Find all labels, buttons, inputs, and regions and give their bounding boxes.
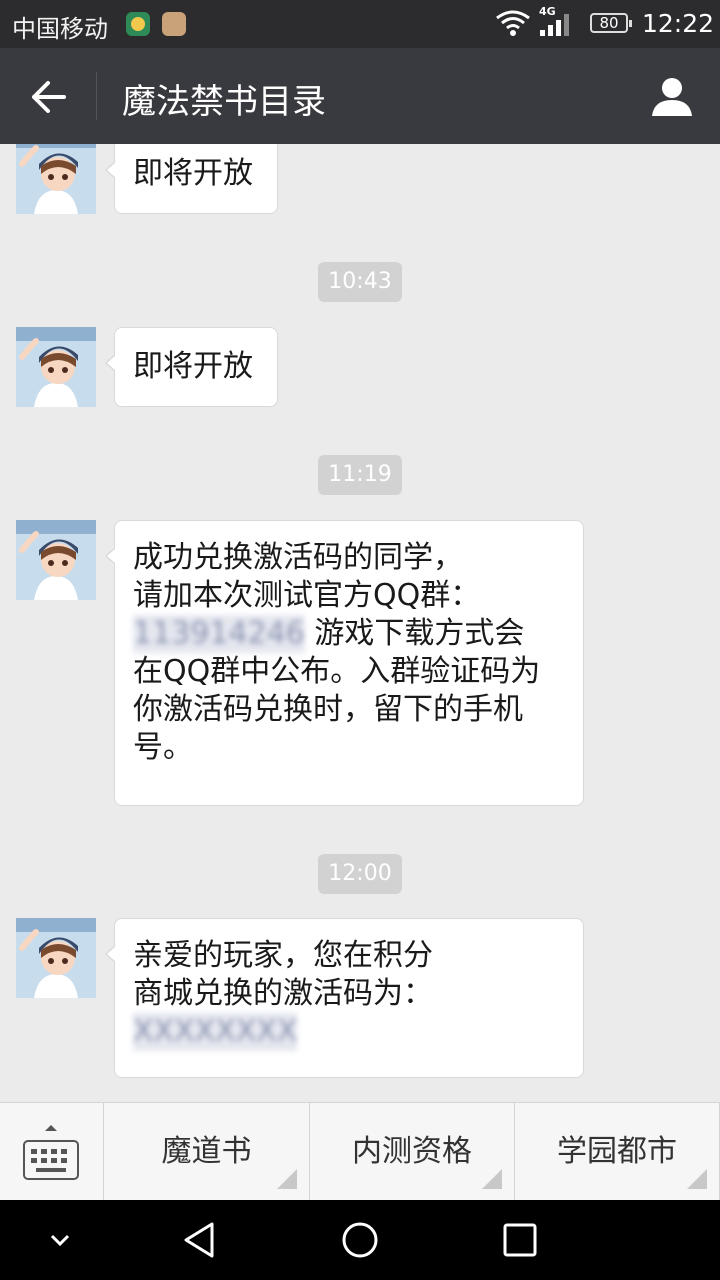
- message-bubble[interactable]: 即将开放: [105, 144, 278, 214]
- timestamp: 10:43: [318, 262, 402, 302]
- menu-item-academy-city[interactable]: 学园都市: [515, 1103, 720, 1201]
- header-divider: [96, 72, 97, 120]
- message-text: 你激活码兑换时，留下的手机: [133, 692, 523, 727]
- message-text: 成功兑换激活码的同学，: [133, 540, 463, 575]
- keyboard-toggle-button[interactable]: [0, 1103, 104, 1201]
- avatar[interactable]: [16, 918, 96, 998]
- message-text: 在QQ群中公布。入群验证码为: [133, 654, 541, 689]
- message-text: 号。: [133, 730, 193, 765]
- notification-app-icon: [126, 12, 150, 36]
- battery-level: 80: [590, 13, 632, 33]
- message-text: 亲爱的玩家，您在积分: [133, 938, 433, 973]
- redacted-activation-code: XXXXXXXX: [133, 1013, 298, 1051]
- message-bubble[interactable]: 成功兑换激活码的同学， 请加本次测试官方QQ群： 113914246 游戏下载方…: [105, 520, 584, 806]
- profile-icon[interactable]: [648, 72, 696, 120]
- message-text: 游戏下载方式会: [314, 616, 525, 651]
- timestamp: 12:00: [318, 854, 402, 894]
- wifi-icon: [496, 10, 530, 36]
- chat-title: 魔法禁书目录: [122, 82, 326, 122]
- clock: 12:22: [642, 9, 715, 38]
- message-bubble[interactable]: 即将开放: [105, 327, 278, 407]
- timestamp: 11:19: [318, 455, 402, 495]
- message-text-row: XXXXXXXX: [133, 1013, 565, 1051]
- signal-icon: [540, 14, 569, 36]
- keyboard-icon: [23, 1125, 79, 1180]
- avatar[interactable]: [16, 520, 96, 600]
- redacted-qq-number: 113914246: [133, 615, 305, 653]
- notification-app-icon-2: [162, 12, 186, 36]
- recent-apps-icon[interactable]: [498, 1218, 542, 1262]
- chevron-down-icon[interactable]: [38, 1218, 82, 1262]
- back-triangle-icon[interactable]: [178, 1218, 222, 1262]
- message-text: 请加本次测试官方QQ群：: [133, 578, 481, 613]
- avatar[interactable]: [16, 144, 96, 214]
- chat-header: 魔法禁书目录: [0, 48, 720, 144]
- message-text-row: 113914246 游戏下载方式会: [133, 615, 565, 653]
- home-circle-icon[interactable]: [338, 1218, 382, 1262]
- message-text: 商城兑换的激活码为：: [133, 976, 433, 1011]
- chat-area[interactable]: 即将开放 10:43 即将开放 11:19 成功兑换激活码的同学， 请加本次测试…: [0, 144, 720, 1102]
- message-text: 即将开放: [133, 156, 253, 191]
- menu-item-beta-access[interactable]: 内测资格: [310, 1103, 515, 1201]
- status-bar: 中国移动 4G 80 12:22: [0, 0, 720, 48]
- carrier-label: 中国移动: [12, 15, 108, 43]
- message-bubble[interactable]: 亲爱的玩家，您在积分 商城兑换的激活码为： XXXXXXXX: [105, 918, 584, 1078]
- system-nav-bar: [0, 1200, 720, 1280]
- avatar[interactable]: [16, 327, 96, 407]
- official-account-menu: 魔道书 内测资格 学园都市: [0, 1102, 720, 1201]
- message-text: 即将开放: [133, 349, 253, 384]
- back-arrow-icon[interactable]: [24, 72, 74, 122]
- menu-item-magic-book[interactable]: 魔道书: [104, 1103, 310, 1201]
